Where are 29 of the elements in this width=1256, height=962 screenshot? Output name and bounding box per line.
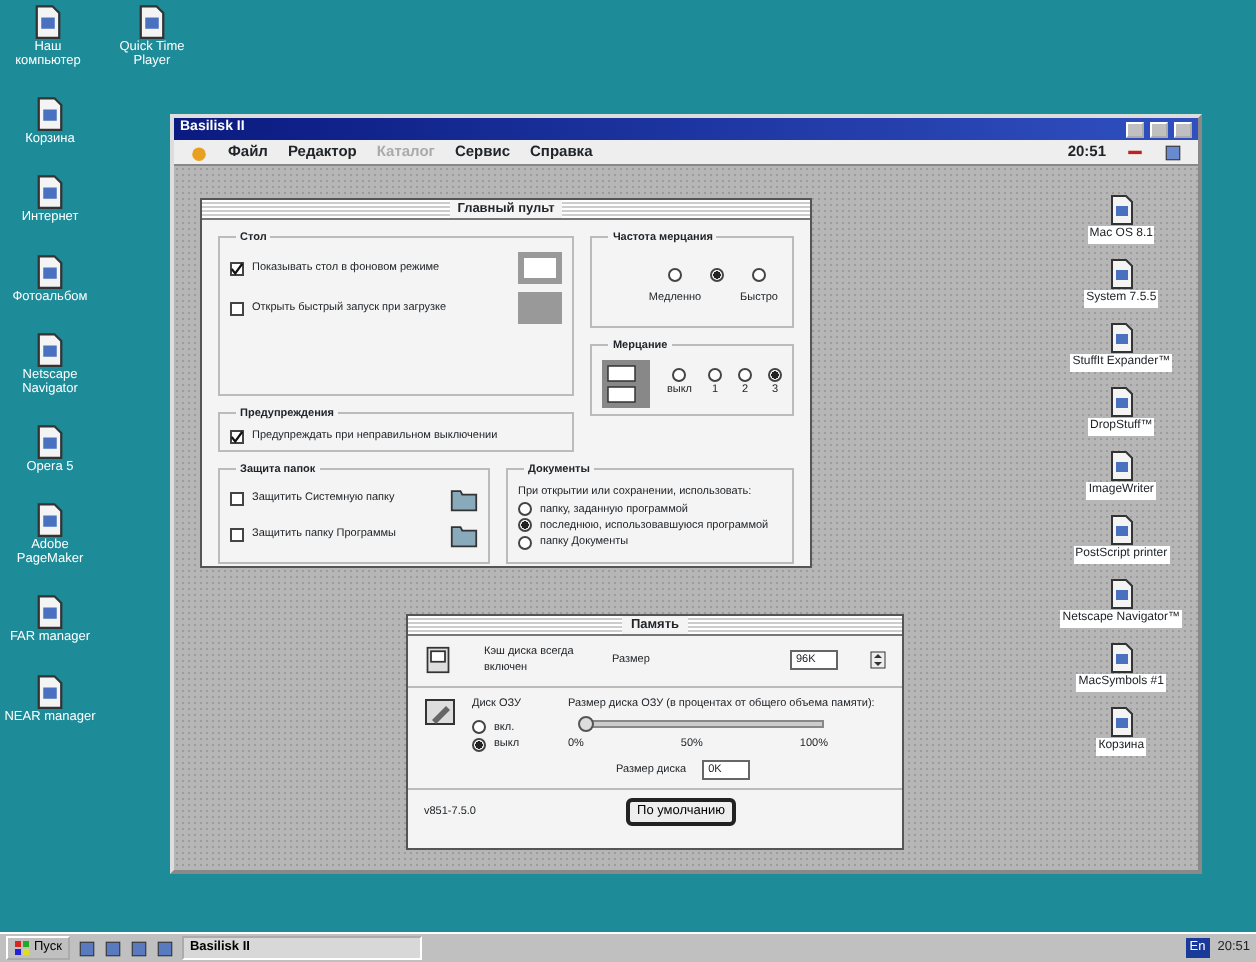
desktop-preview <box>518 252 563 284</box>
radio-button[interactable] <box>472 720 486 735</box>
radio-button[interactable] <box>708 368 722 383</box>
radio-button[interactable] <box>710 268 724 282</box>
checkbox[interactable] <box>230 429 244 444</box>
stepper-icon <box>870 648 886 673</box>
radio-button[interactable] <box>738 368 752 383</box>
radio-button[interactable] <box>672 368 687 383</box>
radio-button[interactable] <box>518 502 532 517</box>
check-icon <box>230 429 244 444</box>
radio-button[interactable] <box>518 535 532 550</box>
check-icon <box>230 261 244 275</box>
checkbox[interactable] <box>230 261 244 275</box>
radio-button[interactable] <box>668 268 682 282</box>
desktop-preview <box>518 292 563 324</box>
slider-thumb[interactable] <box>578 715 594 732</box>
maximize-button[interactable] <box>1150 121 1168 137</box>
minimize-button[interactable] <box>1126 121 1144 137</box>
menu-preview-icon <box>602 360 651 408</box>
close-button[interactable] <box>1174 121 1192 137</box>
radio-button[interactable] <box>518 518 532 533</box>
disk-cache-icon <box>424 646 452 675</box>
checkbox[interactable] <box>230 491 244 506</box>
radio-button[interactable] <box>472 737 486 752</box>
radio-button[interactable] <box>752 268 766 282</box>
windows-logo-icon <box>14 940 30 956</box>
radio-button[interactable] <box>768 368 782 383</box>
checkbox[interactable] <box>230 301 244 315</box>
checkbox[interactable] <box>230 527 244 542</box>
